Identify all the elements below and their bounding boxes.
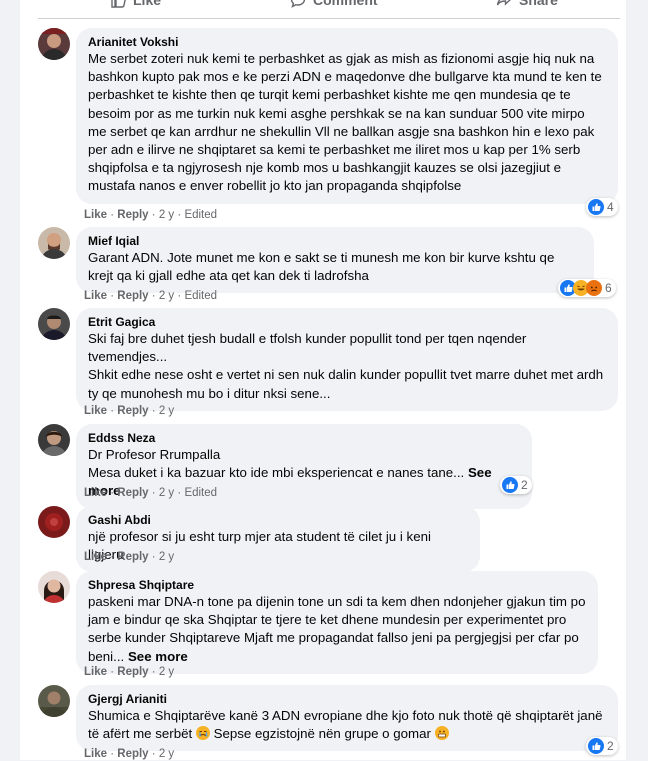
like-link[interactable]: Like: [84, 405, 107, 417]
reaction-count: 2: [607, 739, 614, 753]
comment-bubble: Arianitet Vokshi Me serbet zoteri nuk ke…: [76, 28, 618, 204]
comment-icon: [290, 0, 306, 8]
reaction-summary[interactable]: 2: [500, 476, 532, 494]
like-link[interactable]: Like: [84, 487, 107, 499]
comment-meta: Like · Reply · 2 y · Edited: [84, 290, 218, 302]
like-link[interactable]: Like: [84, 551, 107, 563]
comment-meta: Like · Reply · 2 y: [84, 748, 175, 760]
comment-paragraph: Shkit edhe nese osht e vertet ni sen nuk…: [88, 367, 604, 401]
avatar[interactable]: [38, 28, 70, 60]
grimacing-face-icon: [434, 726, 449, 741]
like-reaction-icon: [588, 738, 604, 754]
share-action-button[interactable]: Share: [496, 0, 558, 8]
reply-link[interactable]: Reply: [117, 405, 148, 417]
comment-author[interactable]: Shpresa Shqiptare: [88, 577, 586, 593]
comment-meta: Like · Reply · 2 y · Edited: [84, 487, 218, 499]
comment-text: Me serbet zoteri nuk kemi te perbashket …: [88, 51, 602, 194]
comment-action-label: Comment: [313, 0, 378, 8]
like-action-button[interactable]: Like: [110, 0, 161, 8]
share-action-label: Share: [519, 0, 558, 8]
avatar[interactable]: [38, 685, 70, 717]
angry-reaction-icon: [586, 280, 602, 296]
reaction-summary[interactable]: 4: [586, 198, 618, 216]
edited-label: Edited: [184, 209, 218, 221]
comment-author[interactable]: Eddss Neza: [88, 430, 520, 446]
comments-card: Like Comment Share Arianitet Vokshi Me s…: [20, 0, 626, 760]
edited-label: Edited: [184, 290, 218, 302]
post-action-bar: Like Comment Share: [38, 0, 620, 19]
like-reaction-icon: [502, 477, 518, 493]
reply-link[interactable]: Reply: [117, 487, 148, 499]
reply-link[interactable]: Reply: [117, 666, 148, 678]
comment-meta: Like · Reply · 2 y: [84, 666, 175, 678]
like-link[interactable]: Like: [84, 290, 107, 302]
comment-author[interactable]: Etrit Gagica: [88, 314, 606, 330]
reply-link[interactable]: Reply: [117, 551, 148, 563]
avatar[interactable]: [38, 506, 70, 538]
thumbs-up-icon: [111, 0, 126, 8]
comment-timestamp[interactable]: 2 y: [159, 290, 174, 302]
comment-text: paskeni mar DNA-n tone pa dijenin tone u…: [88, 594, 586, 664]
comment-timestamp[interactable]: 2 y: [159, 666, 174, 678]
comment-timestamp[interactable]: 2 y: [159, 487, 174, 499]
reaction-summary[interactable]: 2: [586, 737, 618, 755]
comment-bubble: Gjergj Arianiti Shumica e Shqiptarëve ka…: [76, 685, 618, 752]
reaction-summary[interactable]: 6: [558, 279, 616, 297]
reply-link[interactable]: Reply: [117, 748, 148, 760]
comment-action-button[interactable]: Comment: [290, 0, 378, 8]
reaction-count: 4: [607, 200, 614, 214]
comment-text: Shumica e Shqiptarëve kanë 3 ADN evropia…: [88, 708, 603, 742]
comment-meta: Like · Reply · 2 y: [84, 551, 175, 563]
avatar[interactable]: [38, 424, 70, 456]
comment-timestamp[interactable]: 2 y: [159, 551, 174, 563]
comment-timestamp[interactable]: 2 y: [159, 405, 174, 417]
avatar[interactable]: [38, 308, 70, 340]
comment-bubble: Etrit Gagica Ski faj bre duhet tjesh bud…: [76, 308, 618, 411]
comment-paragraph: Dr Profesor Rrumpalla: [88, 447, 221, 462]
reply-link[interactable]: Reply: [117, 209, 148, 221]
avatar[interactable]: [38, 571, 70, 603]
avatar[interactable]: [38, 227, 70, 259]
reply-link[interactable]: Reply: [117, 290, 148, 302]
comment-timestamp[interactable]: 2 y: [159, 209, 174, 221]
edited-label: Edited: [184, 487, 218, 499]
comment-bubble: Mief Iqial Garant ADN. Jote munet me kon…: [76, 227, 594, 294]
comment-author[interactable]: Arianitet Vokshi: [88, 34, 606, 50]
comment-author[interactable]: Mief Iqial: [88, 233, 582, 249]
like-link[interactable]: Like: [84, 748, 107, 760]
comment-meta: Like · Reply · 2 y · Edited: [84, 209, 218, 221]
comment-timestamp[interactable]: 2 y: [159, 748, 174, 760]
see-more-link[interactable]: See more: [128, 649, 188, 664]
comment-author[interactable]: Gashi Abdi: [88, 512, 468, 528]
comment-text: Ski faj bre duhet tjesh budall e tfolsh …: [88, 330, 606, 403]
comment-paragraph: Ski faj bre duhet tjesh budall e tfolsh …: [88, 331, 527, 365]
like-link[interactable]: Like: [84, 209, 107, 221]
reaction-count: 2: [521, 478, 528, 492]
share-icon: [496, 0, 511, 6]
like-action-label: Like: [133, 0, 162, 8]
reaction-count: 6: [605, 281, 612, 295]
comment-text: Garant ADN. Jote munet me kon e sakt se …: [88, 250, 555, 284]
like-link[interactable]: Like: [84, 666, 107, 678]
comment-bubble: Shpresa Shqiptare paskeni mar DNA-n tone…: [76, 571, 598, 674]
comment-author[interactable]: Gjergj Arianiti: [88, 691, 606, 707]
comment-meta: Like · Reply · 2 y: [84, 405, 175, 417]
comment-paragraph: Mesa duket i ka bazuar kto ide mbi ekspe…: [88, 465, 465, 481]
like-reaction-icon: [588, 199, 604, 215]
crying-face-icon: [195, 726, 210, 741]
